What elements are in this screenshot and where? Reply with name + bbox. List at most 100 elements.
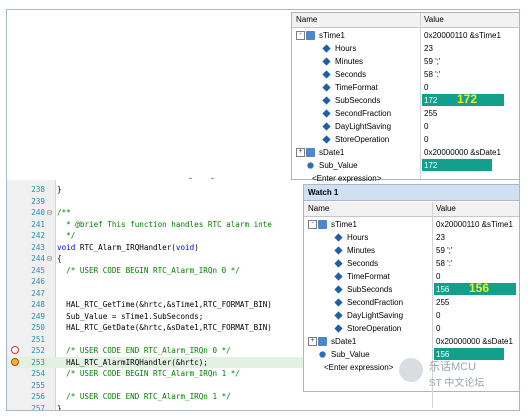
watch-row[interactable]: Minutes 59 ';' xyxy=(292,55,519,68)
code-line[interactable]: 251 xyxy=(7,334,312,346)
watch-expression-name[interactable]: Seconds xyxy=(347,257,378,270)
watch-value[interactable]: 23 xyxy=(436,231,445,244)
watch-value[interactable]: 0x20000000 &sDate1 xyxy=(436,335,513,348)
watch-expression-name[interactable]: SecondFraction xyxy=(347,296,403,309)
watch-row[interactable]: Seconds 58 ':' xyxy=(292,68,519,81)
code-line[interactable]: 241 * @brief This function handles RTC a… xyxy=(7,219,312,231)
code-line[interactable]: 254 /* USER CODE BEGIN RTC_Alarm_IRQn 1 … xyxy=(7,368,312,380)
watch-row[interactable]: Minutes 59 ';' xyxy=(304,244,519,257)
watch-value[interactable]: 0x20000000 &sDate1 xyxy=(424,146,501,159)
watch-expression-name[interactable]: Hours xyxy=(347,231,368,244)
code-line[interactable]: 239 xyxy=(7,196,312,208)
watch-row[interactable]: TimeFormat 0 xyxy=(292,81,519,94)
fold-toggle-icon[interactable]: ⊟ xyxy=(47,253,52,265)
watch-row[interactable]: SubSeconds 172 172 xyxy=(292,93,519,107)
code-line[interactable]: 256 /* USER CODE END RTC_Alarm_IRQn 1 */ xyxy=(7,391,312,403)
watch-row[interactable]: SecondFraction 255 xyxy=(304,296,519,309)
watch-value[interactable]: 0 xyxy=(424,120,428,133)
watch-expression-name[interactable]: <Enter expression> xyxy=(324,361,393,374)
code-line[interactable]: 248 HAL_RTC_GetTime(&hrtc,&sTime1,RTC_FO… xyxy=(7,299,312,311)
watch-expression-name[interactable]: Sub_Value xyxy=(319,159,358,172)
watch-value[interactable]: 255 xyxy=(436,296,449,309)
watch-expression-name[interactable]: SecondFraction xyxy=(335,107,391,120)
watch-row[interactable]: StoreOperation 0 xyxy=(304,322,519,335)
code-line[interactable]: 252 /* USER CODE END RTC_Alarm_IRQn 0 */ xyxy=(7,345,312,357)
code-line[interactable]: 253 HAL_RTC_AlarmIRQHandler(&hrtc); xyxy=(7,356,312,368)
watch-row[interactable]: SubSeconds 156 156 xyxy=(304,282,519,296)
watch-expression-name[interactable]: StoreOperation xyxy=(335,133,389,146)
watch-value[interactable]: 58 ':' xyxy=(436,257,452,270)
expand-icon[interactable]: + xyxy=(296,148,305,157)
code-line[interactable]: 240 ⊟ /** xyxy=(7,207,312,219)
code-line[interactable]: 243 void RTC_Alarm_IRQHandler(void) xyxy=(7,242,312,254)
watch-value[interactable]: 23 xyxy=(424,42,433,55)
watch-expression-name[interactable]: TimeFormat xyxy=(335,81,378,94)
code-line[interactable]: 244 ⊟ { xyxy=(7,253,312,265)
watch-expression-name[interactable]: Sub_Value xyxy=(331,348,370,361)
code-line[interactable]: 242 */ xyxy=(7,230,312,242)
collapse-icon[interactable]: - xyxy=(308,220,317,229)
watch-value[interactable]: 255 xyxy=(424,107,437,120)
watch-row[interactable]: + sDate1 0x20000000 &sDate1 xyxy=(292,146,519,159)
value-column-header[interactable]: Value xyxy=(420,13,444,27)
watch-value[interactable]: 172 xyxy=(424,94,437,107)
watch-row[interactable]: StoreOperation 0 xyxy=(292,133,519,146)
watch-expression-name[interactable]: TimeFormat xyxy=(347,270,390,283)
watch-value[interactable]: 0x20000110 &sTime1 xyxy=(424,29,501,42)
watch-row[interactable]: DayLightSaving 0 xyxy=(292,120,519,133)
watch-expression-name[interactable]: sDate1 xyxy=(331,335,356,348)
watch-expression-name[interactable]: sTime1 xyxy=(331,218,357,231)
code-line[interactable]: 238} xyxy=(7,184,312,196)
code-line[interactable]: 246 xyxy=(7,276,312,288)
expand-icon[interactable]: + xyxy=(308,337,317,346)
name-column-header[interactable]: Name xyxy=(304,202,329,216)
fold-toggle-icon[interactable]: ⊟ xyxy=(47,207,52,219)
breakpoint-icon[interactable] xyxy=(11,346,19,354)
watch-row[interactable]: SecondFraction 255 xyxy=(292,107,519,120)
value-column-header[interactable]: Value xyxy=(432,202,456,216)
watch-value[interactable]: 0 xyxy=(424,81,428,94)
watch-expression-name[interactable]: Minutes xyxy=(347,244,375,257)
code-line[interactable]: 249 Sub_Value = sTime1.SubSeconds; xyxy=(7,311,312,323)
watch-row[interactable]: Hours 23 xyxy=(304,231,519,244)
watch-row[interactable]: Seconds 58 ':' xyxy=(304,257,519,270)
watch-value[interactable]: 59 ';' xyxy=(424,55,440,68)
code-line[interactable]: 255 xyxy=(7,380,312,392)
watch-row[interactable]: + sDate1 0x20000000 &sDate1 xyxy=(304,335,519,348)
watch-expression-name[interactable]: sDate1 xyxy=(319,146,344,159)
watch-value[interactable]: 0 xyxy=(424,133,428,146)
watch-value[interactable]: 58 ':' xyxy=(424,68,440,81)
watch-value[interactable]: 0x20000110 &sTime1 xyxy=(436,218,513,231)
watch-expression-name[interactable]: StoreOperation xyxy=(347,322,401,335)
code-line[interactable]: 247 xyxy=(7,288,312,300)
watch-expression-name[interactable]: sTime1 xyxy=(319,29,345,42)
code-line[interactable]: 245 /* USER CODE BEGIN RTC_Alarm_IRQn 0 … xyxy=(7,265,312,277)
watch-expression-name[interactable]: Minutes xyxy=(335,55,363,68)
watch-value[interactable]: 172 xyxy=(424,159,437,172)
watch-row[interactable]: Hours 23 xyxy=(292,42,519,55)
watch-expression-name[interactable]: Hours xyxy=(335,42,356,55)
collapse-icon[interactable]: - xyxy=(296,31,305,40)
watch-row[interactable]: Sub_Value 172 xyxy=(292,159,519,172)
watch-title[interactable]: Watch 1 xyxy=(304,185,519,201)
watch-value[interactable]: 0 xyxy=(436,309,440,322)
watch-value[interactable]: 156 xyxy=(436,283,449,296)
name-column-header[interactable]: Name xyxy=(292,13,317,27)
watch-row[interactable]: - sTime1 0x20000110 &sTime1 xyxy=(292,29,519,42)
watch-value[interactable]: 0 xyxy=(436,322,440,335)
watch-expression-name[interactable]: DayLightSaving xyxy=(335,120,391,133)
code-line[interactable]: 250 HAL_RTC_GetDate(&hrtc,&sDate1,RTC_FO… xyxy=(7,322,312,334)
code-editor[interactable]: 238} 239 240 ⊟/** 241 * @brief This function… xyxy=(7,180,312,410)
watch-row[interactable]: DayLightSaving 0 xyxy=(304,309,519,322)
watch-value[interactable]: 59 ';' xyxy=(436,244,452,257)
watch-expression-name[interactable]: SubSeconds xyxy=(347,283,392,296)
watch-row[interactable]: - sTime1 0x20000110 &sTime1 xyxy=(304,218,519,231)
watch-value[interactable]: 0 xyxy=(436,270,440,283)
watch-expression-name[interactable]: DayLightSaving xyxy=(347,309,403,322)
watch-expression-name[interactable]: SubSeconds xyxy=(335,94,380,107)
watch-window-top[interactable]: Name Value - sTime1 0x20000110 &sTime1 Hour… xyxy=(291,12,519,183)
field-icon xyxy=(334,311,343,320)
watch-expression-name[interactable]: Seconds xyxy=(335,68,366,81)
current-line-arrow-icon[interactable] xyxy=(11,357,19,366)
code-line[interactable]: 257} xyxy=(7,403,312,411)
